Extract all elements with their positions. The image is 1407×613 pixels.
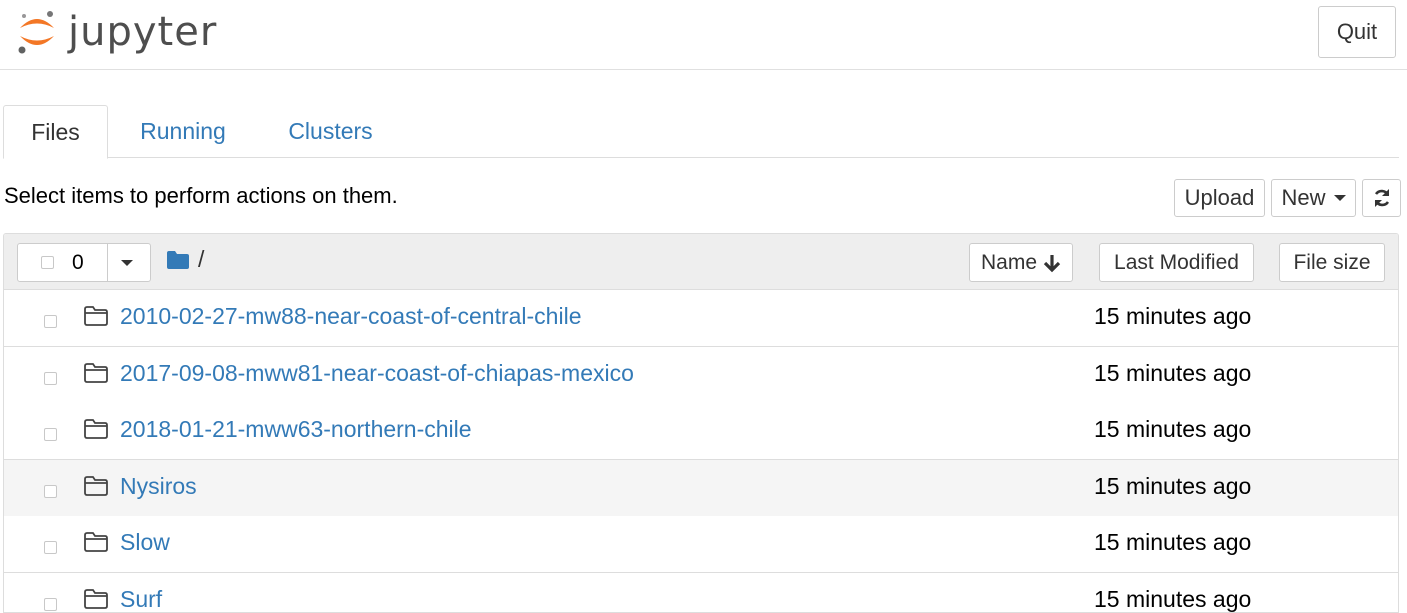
folder-icon[interactable] bbox=[166, 250, 190, 270]
refresh-button[interactable] bbox=[1362, 179, 1401, 217]
list-item[interactable]: 2017-09-08-mww81-near-coast-of-chiapas-m… bbox=[4, 347, 1398, 404]
item-link[interactable]: Nysiros bbox=[120, 473, 197, 500]
row-checkbox[interactable] bbox=[44, 598, 57, 611]
item-modified: 15 minutes ago bbox=[1094, 529, 1252, 555]
arrow-down-icon bbox=[1043, 254, 1061, 272]
sort-name-label: Name bbox=[980, 250, 1038, 274]
file-list: 0 / Name Last Modified File size 2010-02… bbox=[3, 233, 1399, 613]
select-menu-caret-icon[interactable] bbox=[121, 260, 133, 266]
sort-last-modified-button[interactable]: Last Modified bbox=[1099, 243, 1254, 282]
item-link[interactable]: Surf bbox=[120, 586, 162, 612]
folder-outline-icon bbox=[84, 589, 108, 609]
item-link[interactable]: 2010-02-27-mw88-near-coast-of-central-ch… bbox=[120, 303, 581, 330]
folder-outline-icon bbox=[84, 532, 108, 552]
item-modified: 15 minutes ago bbox=[1094, 416, 1252, 442]
quit-button[interactable]: Quit bbox=[1318, 6, 1396, 58]
list-item[interactable]: Nysiros 15 minutes ago bbox=[4, 460, 1398, 517]
new-label: New bbox=[1281, 185, 1326, 210]
row-checkbox[interactable] bbox=[44, 541, 57, 554]
upload-button[interactable]: Upload bbox=[1174, 179, 1265, 217]
instructions-text: Select items to perform actions on them. bbox=[4, 183, 398, 208]
item-link[interactable]: 2018-01-21-mww63-northern-chile bbox=[120, 416, 472, 443]
folder-outline-icon bbox=[84, 363, 108, 383]
tab-files[interactable]: Files bbox=[3, 105, 108, 159]
refresh-icon bbox=[1374, 189, 1389, 207]
divider bbox=[107, 244, 108, 281]
caret-down-icon bbox=[1333, 195, 1346, 201]
row-checkbox[interactable] bbox=[44, 485, 57, 498]
item-modified: 15 minutes ago bbox=[1094, 303, 1252, 329]
list-item[interactable]: 2018-01-21-mww63-northern-chile 15 minut… bbox=[4, 403, 1398, 460]
folder-outline-icon bbox=[84, 306, 108, 326]
select-all-group: 0 bbox=[17, 243, 151, 282]
item-link[interactable]: 2017-09-08-mww81-near-coast-of-chiapas-m… bbox=[120, 360, 634, 387]
folder-outline-icon bbox=[84, 476, 108, 496]
row-checkbox[interactable] bbox=[44, 372, 57, 385]
selected-count: 0 bbox=[72, 251, 84, 274]
list-item[interactable]: Slow 15 minutes ago bbox=[4, 516, 1398, 573]
sort-name-button[interactable]: Name bbox=[969, 243, 1073, 282]
breadcrumb-root[interactable]: / bbox=[198, 246, 204, 273]
jupyter-logo-icon bbox=[18, 11, 54, 54]
item-modified: 15 minutes ago bbox=[1094, 473, 1252, 499]
sort-file-size-button[interactable]: File size bbox=[1279, 243, 1385, 282]
list-item[interactable]: 2010-02-27-mw88-near-coast-of-central-ch… bbox=[4, 290, 1398, 347]
list-item[interactable]: Surf 15 minutes ago bbox=[4, 573, 1398, 612]
row-checkbox[interactable] bbox=[44, 428, 57, 441]
new-dropdown-button[interactable]: New bbox=[1271, 179, 1356, 217]
item-modified: 15 minutes ago bbox=[1094, 586, 1252, 612]
tab-bar: Files Running Clusters bbox=[3, 105, 1399, 159]
row-checkbox[interactable] bbox=[44, 315, 57, 328]
logo-text: jupyter bbox=[68, 9, 218, 55]
select-all-checkbox[interactable] bbox=[41, 256, 54, 269]
item-modified: 15 minutes ago bbox=[1094, 360, 1252, 386]
header: jupyter Quit bbox=[0, 0, 1407, 70]
tab-running[interactable]: Running bbox=[118, 105, 248, 158]
tab-clusters[interactable]: Clusters bbox=[268, 105, 393, 158]
jupyter-logo[interactable]: jupyter bbox=[16, 6, 217, 58]
file-list-header: 0 / Name Last Modified File size bbox=[4, 234, 1398, 290]
item-link[interactable]: Slow bbox=[120, 529, 170, 556]
folder-outline-icon bbox=[84, 419, 108, 439]
